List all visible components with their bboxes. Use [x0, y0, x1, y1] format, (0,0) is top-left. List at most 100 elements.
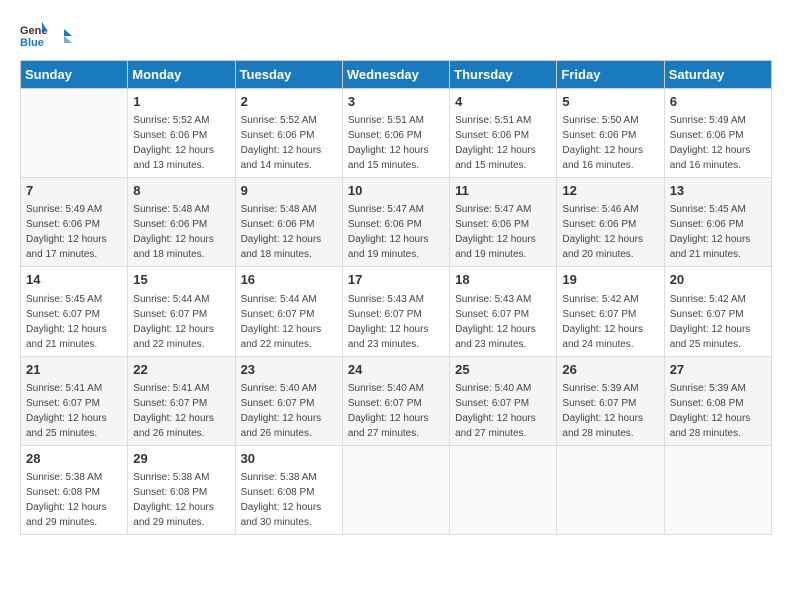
day-number: 23 — [241, 361, 337, 379]
day-details: Sunrise: 5:48 AM Sunset: 6:06 PM Dayligh… — [241, 202, 337, 262]
day-details: Sunrise: 5:40 AM Sunset: 6:07 PM Dayligh… — [241, 381, 337, 441]
calendar-cell — [450, 445, 557, 534]
calendar-cell: 5Sunrise: 5:50 AM Sunset: 6:06 PM Daylig… — [557, 89, 664, 178]
day-details: Sunrise: 5:43 AM Sunset: 6:07 PM Dayligh… — [455, 292, 551, 352]
calendar-cell: 17 Sunrise: 5:43 AM Sunset: 6:07 PM Dayli… — [342, 267, 449, 356]
day-number: 18 — [455, 271, 551, 289]
calendar-cell — [342, 445, 449, 534]
day-details: Sunrise: 5:38 AM Sunset: 6:08 PM Dayligh… — [133, 470, 229, 530]
calendar-cell: 18 Sunrise: 5:43 AM Sunset: 6:07 PM Dayli… — [450, 267, 557, 356]
day-number: 20 — [670, 271, 766, 289]
day-details: Sunrise: 5:45 AM Sunset: 6:07 PM Dayligh… — [26, 292, 122, 352]
day-details: Sunrise: 5:50 AM Sunset: 6:06 PM Dayligh… — [562, 113, 658, 173]
day-details: Sunrise: 5:42 AM Sunset: 6:07 PM Dayligh… — [670, 292, 766, 352]
calendar-cell: 13 Sunrise: 5:45 AM Sunset: 6:06 PM Dayli… — [664, 178, 771, 267]
day-details: Sunrise: 5:41 AM Sunset: 6:07 PM Dayligh… — [26, 381, 122, 441]
weekday-header-thursday: Thursday — [450, 61, 557, 89]
calendar-cell: 9 Sunrise: 5:48 AM Sunset: 6:06 PM Daylig… — [235, 178, 342, 267]
calendar-cell: 20 Sunrise: 5:42 AM Sunset: 6:07 PM Dayli… — [664, 267, 771, 356]
svg-text:Blue: Blue — [20, 37, 44, 48]
day-number: 28 — [26, 450, 122, 468]
day-details: Sunrise: 5:52 AM Sunset: 6:06 PM Dayligh… — [133, 113, 229, 173]
day-number: 22 — [133, 361, 229, 379]
day-number: 16 — [241, 271, 337, 289]
day-details: Sunrise: 5:38 AM Sunset: 6:08 PM Dayligh… — [26, 470, 122, 530]
weekday-header-friday: Friday — [557, 61, 664, 89]
day-number: 26 — [562, 361, 658, 379]
calendar-cell: 22 Sunrise: 5:41 AM Sunset: 6:07 PM Dayli… — [128, 356, 235, 445]
day-number: 11 — [455, 182, 551, 200]
weekday-header-wednesday: Wednesday — [342, 61, 449, 89]
header: General Blue — [20, 20, 772, 48]
day-details: Sunrise: 5:49 AM Sunset: 6:06 PM Dayligh… — [670, 113, 766, 173]
calendar-cell — [664, 445, 771, 534]
calendar-cell: 29Sunrise: 5:38 AM Sunset: 6:08 PM Dayli… — [128, 445, 235, 534]
calendar-cell: 26 Sunrise: 5:39 AM Sunset: 6:07 PM Dayli… — [557, 356, 664, 445]
day-number: 6 — [670, 93, 766, 111]
calendar-cell: 4 Sunrise: 5:51 AM Sunset: 6:06 PM Daylig… — [450, 89, 557, 178]
day-details: Sunrise: 5:48 AM Sunset: 6:06 PM Dayligh… — [133, 202, 229, 262]
day-number: 21 — [26, 361, 122, 379]
day-details: Sunrise: 5:47 AM Sunset: 6:06 PM Dayligh… — [348, 202, 444, 262]
calendar-cell: 19 Sunrise: 5:42 AM Sunset: 6:07 PM Dayli… — [557, 267, 664, 356]
day-details: Sunrise: 5:43 AM Sunset: 6:07 PM Dayligh… — [348, 292, 444, 352]
weekday-header-saturday: Saturday — [664, 61, 771, 89]
calendar-cell: 3 Sunrise: 5:51 AM Sunset: 6:06 PM Daylig… — [342, 89, 449, 178]
day-number: 2 — [241, 93, 337, 111]
calendar-cell: 28 Sunrise: 5:38 AM Sunset: 6:08 PM Dayli… — [21, 445, 128, 534]
week-row-4: 21 Sunrise: 5:41 AM Sunset: 6:07 PM Dayli… — [21, 356, 772, 445]
day-details: Sunrise: 5:41 AM Sunset: 6:07 PM Dayligh… — [133, 381, 229, 441]
day-number: 8 — [133, 182, 229, 200]
calendar-cell: 14 Sunrise: 5:45 AM Sunset: 6:07 PM Dayli… — [21, 267, 128, 356]
calendar-cell — [557, 445, 664, 534]
day-number: 15 — [133, 271, 229, 289]
day-number: 1 — [133, 93, 229, 111]
calendar-cell: 10 Sunrise: 5:47 AM Sunset: 6:06 PM Dayli… — [342, 178, 449, 267]
day-details: Sunrise: 5:46 AM Sunset: 6:06 PM Dayligh… — [562, 202, 658, 262]
day-number: 3 — [348, 93, 444, 111]
day-number: 4 — [455, 93, 551, 111]
day-number: 13 — [670, 182, 766, 200]
calendar-cell: 27Sunrise: 5:39 AM Sunset: 6:08 PM Dayli… — [664, 356, 771, 445]
calendar-cell: 11Sunrise: 5:47 AM Sunset: 6:06 PM Dayli… — [450, 178, 557, 267]
day-details: Sunrise: 5:40 AM Sunset: 6:07 PM Dayligh… — [348, 381, 444, 441]
calendar-cell: 2 Sunrise: 5:52 AM Sunset: 6:06 PM Daylig… — [235, 89, 342, 178]
day-details: Sunrise: 5:42 AM Sunset: 6:07 PM Dayligh… — [562, 292, 658, 352]
calendar-table: SundayMondayTuesdayWednesdayThursdayFrid… — [20, 60, 772, 535]
calendar-cell: 7Sunrise: 5:49 AM Sunset: 6:06 PM Daylig… — [21, 178, 128, 267]
week-row-1: 1 Sunrise: 5:52 AM Sunset: 6:06 PM Daylig… — [21, 89, 772, 178]
day-details: Sunrise: 5:51 AM Sunset: 6:06 PM Dayligh… — [455, 113, 551, 173]
week-row-2: 7Sunrise: 5:49 AM Sunset: 6:06 PM Daylig… — [21, 178, 772, 267]
day-number: 10 — [348, 182, 444, 200]
day-number: 25 — [455, 361, 551, 379]
day-details: Sunrise: 5:51 AM Sunset: 6:06 PM Dayligh… — [348, 113, 444, 173]
day-number: 19 — [562, 271, 658, 289]
calendar-cell — [21, 89, 128, 178]
day-details: Sunrise: 5:40 AM Sunset: 6:07 PM Dayligh… — [455, 381, 551, 441]
day-details: Sunrise: 5:52 AM Sunset: 6:06 PM Dayligh… — [241, 113, 337, 173]
calendar-cell: 16Sunrise: 5:44 AM Sunset: 6:07 PM Dayli… — [235, 267, 342, 356]
logo-icon: General Blue — [20, 20, 48, 48]
calendar-cell: 25 Sunrise: 5:40 AM Sunset: 6:07 PM Dayli… — [450, 356, 557, 445]
day-details: Sunrise: 5:44 AM Sunset: 6:07 PM Dayligh… — [133, 292, 229, 352]
week-row-5: 28 Sunrise: 5:38 AM Sunset: 6:08 PM Dayli… — [21, 445, 772, 534]
calendar-cell: 1 Sunrise: 5:52 AM Sunset: 6:06 PM Daylig… — [128, 89, 235, 178]
day-details: Sunrise: 5:49 AM Sunset: 6:06 PM Dayligh… — [26, 202, 122, 262]
logo-arrow-icon — [54, 27, 72, 45]
day-number: 17 — [348, 271, 444, 289]
day-number: 9 — [241, 182, 337, 200]
week-row-3: 14 Sunrise: 5:45 AM Sunset: 6:07 PM Dayli… — [21, 267, 772, 356]
calendar-cell: 30 Sunrise: 5:38 AM Sunset: 6:08 PM Dayli… — [235, 445, 342, 534]
day-details: Sunrise: 5:45 AM Sunset: 6:06 PM Dayligh… — [670, 202, 766, 262]
day-details: Sunrise: 5:39 AM Sunset: 6:07 PM Dayligh… — [562, 381, 658, 441]
day-number: 12 — [562, 182, 658, 200]
calendar-cell: 8 Sunrise: 5:48 AM Sunset: 6:06 PM Daylig… — [128, 178, 235, 267]
day-details: Sunrise: 5:38 AM Sunset: 6:08 PM Dayligh… — [241, 470, 337, 530]
weekday-header-monday: Monday — [128, 61, 235, 89]
day-details: Sunrise: 5:39 AM Sunset: 6:08 PM Dayligh… — [670, 381, 766, 441]
day-number: 14 — [26, 271, 122, 289]
day-number: 30 — [241, 450, 337, 468]
calendar-cell: 12 Sunrise: 5:46 AM Sunset: 6:06 PM Dayli… — [557, 178, 664, 267]
calendar-cell: 6 Sunrise: 5:49 AM Sunset: 6:06 PM Daylig… — [664, 89, 771, 178]
weekday-header-row: SundayMondayTuesdayWednesdayThursdayFrid… — [21, 61, 772, 89]
